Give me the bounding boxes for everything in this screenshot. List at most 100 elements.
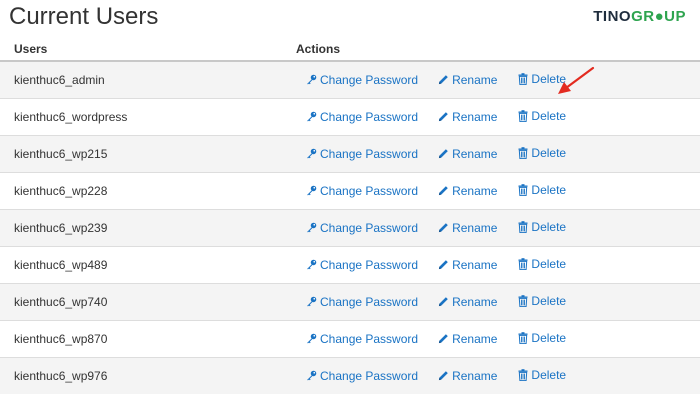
rename-label: Rename [452,183,498,198]
change-password-link[interactable]: Change Password [306,295,418,309]
username-cell: kienthuc6_admin [0,60,296,99]
table-header-row: Users Actions [0,37,700,62]
change-password-link[interactable]: Change Password [306,73,418,87]
change-password-link[interactable]: Change Password [306,332,418,346]
trash-icon [518,73,528,85]
rename-link[interactable]: Rename [438,369,497,383]
change-password-link[interactable]: Change Password [306,369,418,383]
actions-cell: Change Password Rename Delete [296,135,700,173]
pencil-icon [438,186,448,196]
trash-icon [518,258,528,270]
change-password-label: Change Password [320,146,419,161]
rename-link[interactable]: Rename [438,258,497,272]
trash-icon [518,369,528,381]
actions-cell: Change Password Rename Delete [296,357,700,394]
rename-link[interactable]: Rename [438,110,497,124]
delete-label: Delete [531,331,567,345]
actions-cell: Change Password Rename Delete [296,60,700,99]
delete-link[interactable]: Delete [518,257,566,271]
change-password-label: Change Password [320,183,419,198]
brand-logo: TINOGR●UP [593,8,686,25]
delete-label: Delete [531,294,567,308]
key-icon [306,296,317,307]
delete-label: Delete [531,146,567,160]
change-password-link[interactable]: Change Password [306,258,418,272]
delete-link[interactable]: Delete [518,183,566,197]
pencil-icon [438,371,448,381]
delete-link[interactable]: Delete [518,368,566,382]
pencil-icon [438,112,448,122]
table-row: kienthuc6_wp489 Change Password Rename Dele… [0,246,700,284]
delete-link[interactable]: Delete [518,109,566,123]
rename-link[interactable]: Rename [438,147,497,161]
trash-icon [518,147,528,159]
rename-label: Rename [452,146,498,161]
rename-label: Rename [452,109,498,124]
username-cell: kienthuc6_wp215 [0,135,296,173]
delete-label: Delete [531,109,567,123]
pencil-icon [438,260,448,270]
pencil-icon [438,297,448,307]
rename-label: Rename [452,294,498,309]
rename-label: Rename [452,368,498,383]
table-row: kienthuc6_wp215 Change Password Rename Dele… [0,135,700,173]
trash-icon [518,110,528,122]
trash-icon [518,332,528,344]
delete-link[interactable]: Delete [518,331,566,345]
username-cell: kienthuc6_wp239 [0,209,296,247]
actions-cell: Change Password Rename Delete [296,172,700,210]
table-row: kienthuc6_wp870 Change Password Rename Dele… [0,320,700,358]
change-password-link[interactable]: Change Password [306,184,418,198]
key-icon [306,222,317,233]
actions-cell: Change Password Rename Delete [296,98,700,136]
delete-link[interactable]: Delete [518,220,566,234]
table-row: kienthuc6_wp740 Change Password Rename Dele… [0,283,700,321]
delete-link[interactable]: Delete [518,294,566,308]
change-password-link[interactable]: Change Password [306,110,418,124]
rename-link[interactable]: Rename [438,332,497,346]
change-password-label: Change Password [320,72,419,87]
actions-cell: Change Password Rename Delete [296,209,700,247]
actions-column-header: Actions [296,37,700,62]
delete-label: Delete [531,183,567,197]
rename-label: Rename [452,220,498,235]
change-password-link[interactable]: Change Password [306,147,418,161]
pencil-icon [438,334,448,344]
delete-link[interactable]: Delete [518,146,566,160]
trash-icon [518,295,528,307]
rename-link[interactable]: Rename [438,295,497,309]
table-row: kienthuc6_wp228 Change Password Rename Dele… [0,172,700,210]
page-title: Current Users [9,3,159,30]
rename-link[interactable]: Rename [438,184,497,198]
change-password-label: Change Password [320,257,419,272]
rename-label: Rename [452,72,498,87]
table-row: kienthuc6_wp976 Change Password Rename Dele… [0,357,700,394]
pencil-icon [438,149,448,159]
trash-icon [518,184,528,196]
trash-icon [518,221,528,233]
key-icon [306,148,317,159]
key-icon [306,185,317,196]
change-password-label: Change Password [320,109,419,124]
change-password-label: Change Password [320,220,419,235]
key-icon [306,111,317,122]
key-icon [306,370,317,381]
table-row: kienthuc6_wordpress Change Password Rename… [0,98,700,136]
pencil-icon [438,223,448,233]
rename-label: Rename [452,331,498,346]
rename-label: Rename [452,257,498,272]
change-password-link[interactable]: Change Password [306,221,418,235]
actions-cell: Change Password Rename Delete [296,246,700,284]
delete-label: Delete [531,220,567,234]
username-cell: kienthuc6_wp976 [0,357,296,394]
username-cell: kienthuc6_wordpress [0,98,296,136]
key-icon [306,333,317,344]
change-password-label: Change Password [320,331,419,346]
users-column-header: Users [0,37,296,62]
key-icon [306,74,317,85]
change-password-label: Change Password [320,368,419,383]
rename-link[interactable]: Rename [438,73,497,87]
key-icon [306,259,317,270]
rename-link[interactable]: Rename [438,221,497,235]
actions-cell: Change Password Rename Delete [296,320,700,358]
